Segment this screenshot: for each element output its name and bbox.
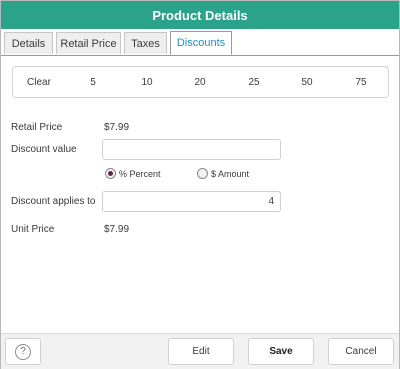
- radio-percent[interactable]: % Percent: [105, 168, 161, 179]
- cancel-button[interactable]: Cancel: [328, 338, 394, 365]
- discount-value-label: Discount value: [11, 144, 77, 155]
- applies-to-label: Discount applies to: [11, 196, 96, 207]
- radio-unselected-icon: [197, 168, 208, 179]
- retail-price-value: $7.99: [104, 122, 130, 133]
- radio-percent-label: % Percent: [119, 168, 161, 179]
- tab-bar: Details Retail Price Taxes Discounts: [1, 29, 399, 56]
- discount-75-button[interactable]: 75: [341, 67, 381, 97]
- edit-button[interactable]: Edit: [168, 338, 234, 365]
- unit-price-value: $7.99: [104, 224, 130, 235]
- discount-preset-bar: Clear 5 10 20 25 50 75: [12, 66, 389, 98]
- help-icon: ?: [15, 343, 31, 360]
- tab-details[interactable]: Details: [4, 32, 53, 54]
- product-details-dialog: Product Details Details Retail Price Tax…: [0, 0, 400, 369]
- discount-5-button[interactable]: 5: [73, 67, 113, 97]
- dialog-title: Product Details: [1, 1, 399, 29]
- tab-retail-price[interactable]: Retail Price: [56, 32, 121, 54]
- radio-amount[interactable]: $ Amount: [197, 168, 249, 179]
- tab-discounts[interactable]: Discounts: [170, 31, 232, 55]
- help-button[interactable]: ?: [5, 338, 41, 365]
- discount-value-input[interactable]: [102, 139, 281, 160]
- discount-50-button[interactable]: 50: [287, 67, 327, 97]
- save-button[interactable]: Save: [248, 338, 314, 365]
- discount-25-button[interactable]: 25: [234, 67, 274, 97]
- discount-20-button[interactable]: 20: [180, 67, 220, 97]
- radio-amount-label: $ Amount: [211, 168, 250, 179]
- dialog-footer: ? Edit Save Cancel: [1, 333, 399, 369]
- tab-taxes[interactable]: Taxes: [124, 32, 167, 54]
- retail-price-label: Retail Price: [11, 122, 63, 133]
- discount-10-button[interactable]: 10: [127, 67, 167, 97]
- unit-price-label: Unit Price: [11, 224, 55, 235]
- radio-selected-icon: [105, 168, 116, 179]
- applies-to-input[interactable]: 4: [102, 191, 281, 212]
- discount-clear-button[interactable]: Clear: [19, 67, 59, 97]
